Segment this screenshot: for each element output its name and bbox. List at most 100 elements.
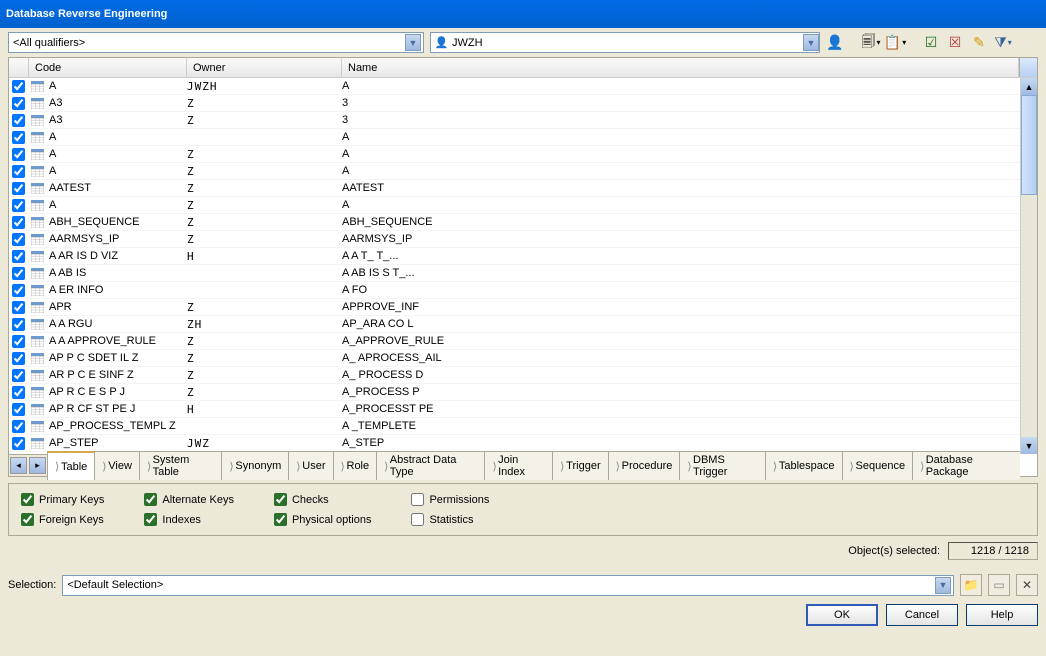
table-row[interactable]: AZA — [9, 146, 1037, 163]
row-checkbox[interactable] — [12, 437, 25, 450]
tab-user[interactable]: ⟩User — [288, 451, 333, 480]
table-row[interactable]: AP R CF ST PE JHA_PROCESST PE — [9, 401, 1037, 418]
row-checkbox[interactable] — [12, 369, 25, 382]
col-code[interactable]: Code — [29, 58, 187, 77]
tab-trigger[interactable]: ⟩Trigger — [552, 451, 608, 480]
table-row[interactable]: AP R C E S P JZA_PROCESS P — [9, 384, 1037, 401]
scroll-thumb[interactable] — [1021, 95, 1037, 195]
user-combo[interactable]: 👤 JWZH ▼ — [430, 32, 820, 53]
row-checkbox[interactable] — [12, 250, 25, 263]
table-row[interactable]: A3Z3 — [9, 112, 1037, 129]
row-checkbox[interactable] — [12, 114, 25, 127]
table-row[interactable]: AARMSYS_IPZAARMSYS_IP — [9, 231, 1037, 248]
tab-tablespace[interactable]: ⟩Tablespace — [765, 451, 843, 480]
row-checkbox[interactable] — [12, 403, 25, 416]
table-row[interactable]: A AR IS D VIZHA A T_ T_... — [9, 248, 1037, 265]
tab-join-index[interactable]: ⟩Join Index — [484, 451, 553, 480]
cell-name: A AB IS S T_... — [342, 267, 1037, 279]
tab-dbms-trigger[interactable]: ⟩DBMS Trigger — [679, 451, 766, 480]
col-name[interactable]: Name — [342, 58, 1019, 77]
user-icon: 👤 — [434, 35, 449, 50]
opt-foreign-keys[interactable]: Foreign Keys — [21, 513, 104, 526]
row-checkbox[interactable] — [12, 216, 25, 229]
opt-physical-options[interactable]: Physical options — [274, 513, 372, 526]
vertical-scrollbar[interactable]: ▲ ▼ — [1020, 78, 1037, 454]
copy-icon[interactable]: 🗐▾ — [862, 34, 880, 52]
row-checkbox[interactable] — [12, 97, 25, 110]
funnel-icon[interactable]: ⧩▾ — [994, 34, 1012, 52]
ok-button[interactable]: OK — [806, 604, 878, 626]
row-checkbox[interactable] — [12, 267, 25, 280]
opt-alternate-keys[interactable]: Alternate Keys — [144, 493, 234, 506]
qualifier-combo[interactable]: <All qualifiers> ▼ — [8, 32, 424, 53]
row-checkbox[interactable] — [12, 352, 25, 365]
help-button[interactable]: Help — [966, 604, 1038, 626]
tab-sequence[interactable]: ⟩Sequence — [842, 451, 914, 480]
table-row[interactable]: AJWZHA — [9, 78, 1037, 95]
cancel-button[interactable]: Cancel — [886, 604, 958, 626]
table-row[interactable]: APRZAPPROVE_INF — [9, 299, 1037, 316]
table-row[interactable]: A AB IS A AB IS S T_... — [9, 265, 1037, 282]
tab-procedure[interactable]: ⟩Procedure — [608, 451, 681, 480]
table-row[interactable]: AA — [9, 129, 1037, 146]
opt-indexes[interactable]: Indexes — [144, 513, 234, 526]
row-checkbox[interactable] — [12, 148, 25, 161]
table-row[interactable]: AR P C E SINF ZZA_ PROCESS D — [9, 367, 1037, 384]
table-row[interactable]: AP_PROCESS_TEMPL ZA _TEMPLETE — [9, 418, 1037, 435]
user-add-icon[interactable]: 👤 — [826, 34, 844, 52]
row-checkbox[interactable] — [12, 284, 25, 297]
col-owner[interactable]: Owner — [187, 58, 342, 77]
cell-name: A_APPROVE_RULE — [342, 335, 1037, 347]
opt-statistics[interactable]: Statistics — [411, 513, 489, 526]
cell-code: A3 — [45, 114, 187, 126]
row-checkbox[interactable] — [12, 80, 25, 93]
opt-permissions[interactable]: Permissions — [411, 493, 489, 506]
table-row[interactable]: A3Z3 — [9, 95, 1037, 112]
objects-selected-label: Object(s) selected: — [848, 545, 940, 557]
tab-role[interactable]: ⟩Role — [333, 451, 378, 480]
table-row[interactable]: AATESTZAATEST — [9, 180, 1037, 197]
delete-selection-button[interactable]: ▭ — [988, 574, 1010, 596]
deselect-all-icon[interactable]: ☒ — [946, 34, 964, 52]
row-checkbox[interactable] — [12, 182, 25, 195]
selection-combo[interactable]: <Default Selection> ▼ — [62, 575, 954, 596]
table-row[interactable]: AZA — [9, 197, 1037, 214]
clear-selection-button[interactable]: ✕ — [1016, 574, 1038, 596]
table-row[interactable]: AP P C SDET IL ZZA_ APROCESS_AIL — [9, 350, 1037, 367]
cell-owner: Z — [187, 165, 342, 178]
tab-database-package[interactable]: ⟩Database Package — [912, 451, 1020, 480]
cell-code: A AB IS — [45, 267, 187, 279]
row-checkbox[interactable] — [12, 318, 25, 331]
row-checkbox[interactable] — [12, 233, 25, 246]
tabs-scroll-left[interactable]: ◂ — [10, 457, 27, 474]
row-checkbox[interactable] — [12, 199, 25, 212]
tab-table[interactable]: ⟩Table — [47, 451, 95, 480]
scroll-down-icon[interactable]: ▼ — [1021, 437, 1037, 454]
tab-system-table[interactable]: ⟩System Table — [139, 451, 222, 480]
scroll-up-icon[interactable]: ▲ — [1021, 78, 1037, 95]
table-row[interactable]: A A RGUZHAP_ARA CO L — [9, 316, 1037, 333]
tab-view[interactable]: ⟩View — [94, 451, 140, 480]
table-row[interactable]: AZA — [9, 163, 1037, 180]
row-checkbox[interactable] — [12, 165, 25, 178]
filter-icon[interactable]: ✎ — [970, 34, 988, 52]
opt-primary-keys[interactable]: Primary Keys — [21, 493, 104, 506]
row-checkbox[interactable] — [12, 301, 25, 314]
cell-owner: Z — [187, 352, 342, 365]
tab-synonym[interactable]: ⟩Synonym — [221, 451, 289, 480]
tabs-scroll-right[interactable]: ▸ — [29, 457, 46, 474]
select-all-icon[interactable]: ☑ — [922, 34, 940, 52]
objects-selected-value: 1218 / 1218 — [948, 542, 1038, 560]
tab-abstract-data-type[interactable]: ⟩Abstract Data Type — [376, 451, 485, 480]
table-row[interactable]: A ER INFOA FO — [9, 282, 1037, 299]
paste-icon[interactable]: 📋▾ — [886, 34, 904, 52]
row-checkbox[interactable] — [12, 420, 25, 433]
row-checkbox[interactable] — [12, 335, 25, 348]
row-checkbox[interactable] — [12, 131, 25, 144]
opt-checks[interactable]: Checks — [274, 493, 372, 506]
table-row[interactable]: A A APPROVE_RULEZA_APPROVE_RULE — [9, 333, 1037, 350]
row-checkbox[interactable] — [12, 386, 25, 399]
table-row[interactable]: ABH_SEQUENCEZABH_SEQUENCE — [9, 214, 1037, 231]
save-selection-button[interactable]: 📁 — [960, 574, 982, 596]
table-row[interactable]: AP_STEPJWZA_STEP — [9, 435, 1037, 452]
